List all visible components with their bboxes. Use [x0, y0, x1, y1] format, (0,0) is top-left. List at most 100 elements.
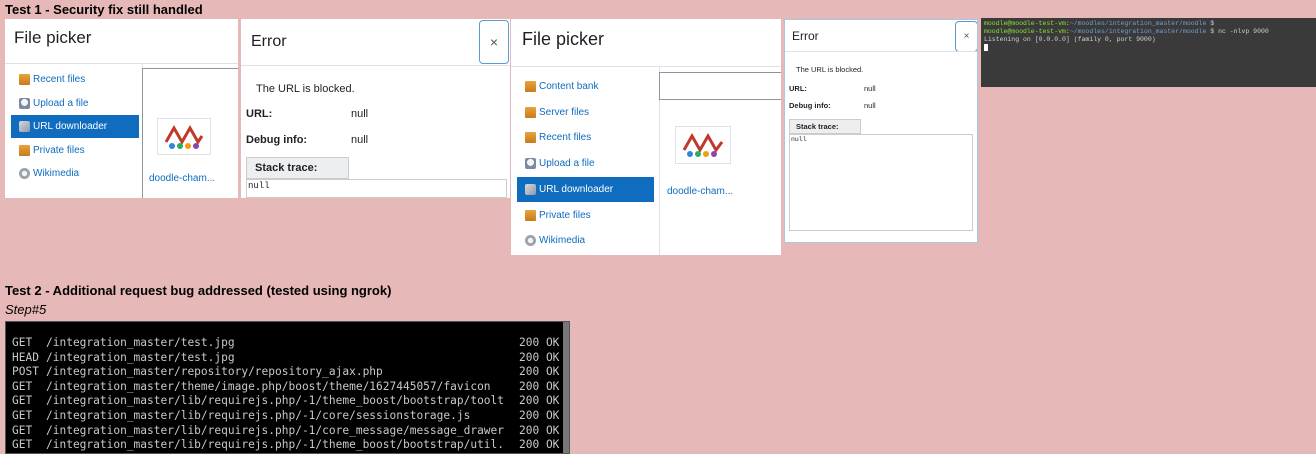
request-path: /integration_master/repository/repositor…: [46, 365, 383, 379]
request-path: /integration_master/test.jpg: [46, 336, 235, 349]
stack-trace-box: null: [246, 179, 507, 198]
file-picker-title: File picker: [522, 29, 605, 49]
netcat-terminal[interactable]: moodle@moodle-test-vm:~/moodles/integrat…: [981, 18, 1316, 87]
url-value: null: [351, 108, 369, 120]
sidebar-item-label: Wikimedia: [33, 168, 80, 179]
request-row: HEAD/integration_master/test.jpg 200 OK: [12, 350, 559, 365]
request-path: /integration_master/lib/requirejs.php/-1…: [46, 394, 505, 408]
url-value: null: [864, 84, 876, 93]
request-method: GET: [12, 336, 33, 349]
sidebar-item-label: Upload a file: [539, 158, 595, 170]
section2-heading: Test 2 - Additional request bug addresse…: [5, 283, 392, 298]
request-path: /integration_master/theme/image.php/boos…: [46, 379, 491, 393]
ngrok-request-log[interactable]: GET/integration_master/test.jpg 200 OK HEA…: [5, 321, 570, 454]
sidebar-item-label: Private files: [33, 144, 85, 156]
folder-icon: [19, 74, 30, 85]
url-label: URL:: [789, 84, 807, 93]
request-method: GET: [12, 438, 33, 452]
close-icon: ×: [489, 34, 499, 50]
folder-icon: [525, 209, 536, 221]
sidebar-item-wikimedia[interactable]: Wikimedia: [517, 228, 654, 253]
error-message: The URL is blocked.: [256, 83, 355, 95]
upload-icon: [19, 97, 30, 109]
sidebar-item-label: Recent files: [539, 132, 592, 144]
request-row: GET/integration_master/test.jpg 200 OK: [12, 336, 559, 350]
sidebar-item-recent-files[interactable]: Recent files: [11, 68, 139, 91]
wikimedia-icon: [19, 168, 30, 179]
scrollbar[interactable]: [563, 322, 569, 453]
request-status: 200 OK: [519, 336, 560, 349]
request-status: 200 OK: [519, 438, 560, 452]
close-icon: ×: [963, 31, 970, 42]
url-label: URL:: [246, 108, 273, 120]
request-row: POST/integration_master/repository/repos…: [12, 365, 559, 379]
close-button[interactable]: ×: [479, 20, 509, 64]
terminal-line: moodle@moodle-test-vm:~/moodles/integrat…: [984, 28, 1269, 35]
request-method: GET: [12, 423, 33, 437]
sidebar-item-wikimedia[interactable]: Wikimedia: [11, 162, 139, 185]
sidebar-item-url-downloader[interactable]: URL downloader: [517, 176, 654, 202]
header-divider: [785, 51, 977, 52]
debug-info-value: null: [351, 134, 369, 146]
request-row: GET/integration_master/lib/requirejs.php…: [12, 438, 559, 452]
request-path: /integration_master/test.jpg: [46, 350, 235, 364]
sidebar-item-label: Private files: [539, 209, 591, 221]
sidebar-item-server-files[interactable]: Server files: [517, 100, 654, 125]
header-divider: [241, 65, 510, 66]
file-name-link[interactable]: doodle-cham...: [149, 173, 215, 184]
request-row: GET/integration_master/lib/requirejs.php…: [12, 423, 559, 438]
sidebar-item-url-downloader[interactable]: URL downloader: [11, 115, 139, 138]
error-title: Error: [792, 29, 819, 43]
file-name-link[interactable]: doodle-cham...: [667, 186, 733, 197]
folder-icon: [19, 144, 30, 156]
error-dialog-large: Error × The URL is blocked. URL: null De…: [784, 19, 978, 243]
sidebar-item-upload-a-file[interactable]: Upload a file: [11, 92, 139, 115]
error-dialog-small: Error × The URL is blocked. URL: null De…: [241, 19, 510, 198]
request-path: /integration_master/lib/requirejs.php/-1…: [46, 423, 505, 437]
sidebar-item-label: Content bank: [539, 81, 599, 92]
sidebar-item-private-files[interactable]: Private files: [517, 203, 654, 228]
request-status: 200 OK: [519, 409, 560, 422]
file-picker-large: File picker Content bank Server files Rece…: [511, 19, 781, 255]
debug-info-label: Debug info:: [246, 134, 308, 146]
file-picker-small: File picker Recent files Upload a file URL…: [5, 19, 238, 198]
folder-icon: [525, 132, 536, 144]
step-label: Step#5: [5, 302, 47, 317]
request-status: 200 OK: [519, 394, 560, 408]
file-picker-title: File picker: [14, 28, 92, 47]
close-button[interactable]: ×: [955, 21, 977, 52]
sidebar-item-upload-a-file[interactable]: Upload a file: [517, 151, 654, 176]
upload-icon: [525, 158, 536, 170]
file-browser-area: [659, 72, 781, 100]
request-status: 200 OK: [519, 350, 560, 364]
title-divider: [5, 63, 238, 64]
doodle-image-icon: [680, 132, 726, 158]
file-thumbnail[interactable]: [675, 126, 731, 164]
error-title: Error: [251, 33, 287, 50]
request-method: POST: [12, 365, 39, 379]
request-path: /integration_master/lib/requirejs.php/-1…: [46, 438, 505, 452]
error-message: The URL is blocked.: [796, 65, 864, 74]
request-method: HEAD: [12, 350, 39, 364]
sidebar-item-private-files[interactable]: Private files: [11, 139, 139, 162]
request-row: GET/integration_master/lib/requirejs.php…: [12, 394, 559, 408]
sidebar-item-label: Upload a file: [33, 97, 89, 109]
url-downloader-icon: [525, 183, 536, 195]
request-method: GET: [12, 379, 33, 393]
stack-trace-tab[interactable]: Stack trace:: [789, 119, 861, 134]
request-status: 200 OK: [519, 365, 560, 379]
sidebar-item-label: URL downloader: [539, 183, 614, 195]
sidebar-item-content-bank[interactable]: Content bank: [517, 74, 654, 99]
stack-trace-box: null: [789, 134, 973, 231]
url-downloader-icon: [19, 121, 30, 132]
terminal-output: Listening on [0.0.0.0] (family 0, port 9…: [984, 36, 1156, 43]
title-divider: [511, 66, 781, 67]
file-thumbnail[interactable]: [157, 118, 211, 155]
stack-trace-tab[interactable]: Stack trace:: [246, 157, 349, 179]
folder-icon: [525, 106, 536, 118]
request-method: GET: [12, 394, 33, 408]
terminal-line: moodle@moodle-test-vm:~/moodles/integrat…: [984, 20, 1215, 27]
sidebar-item-label: Recent files: [33, 74, 86, 85]
request-row: GET/integration_master/lib/requirejs.php…: [12, 409, 559, 423]
sidebar-item-recent-files[interactable]: Recent files: [517, 125, 654, 150]
